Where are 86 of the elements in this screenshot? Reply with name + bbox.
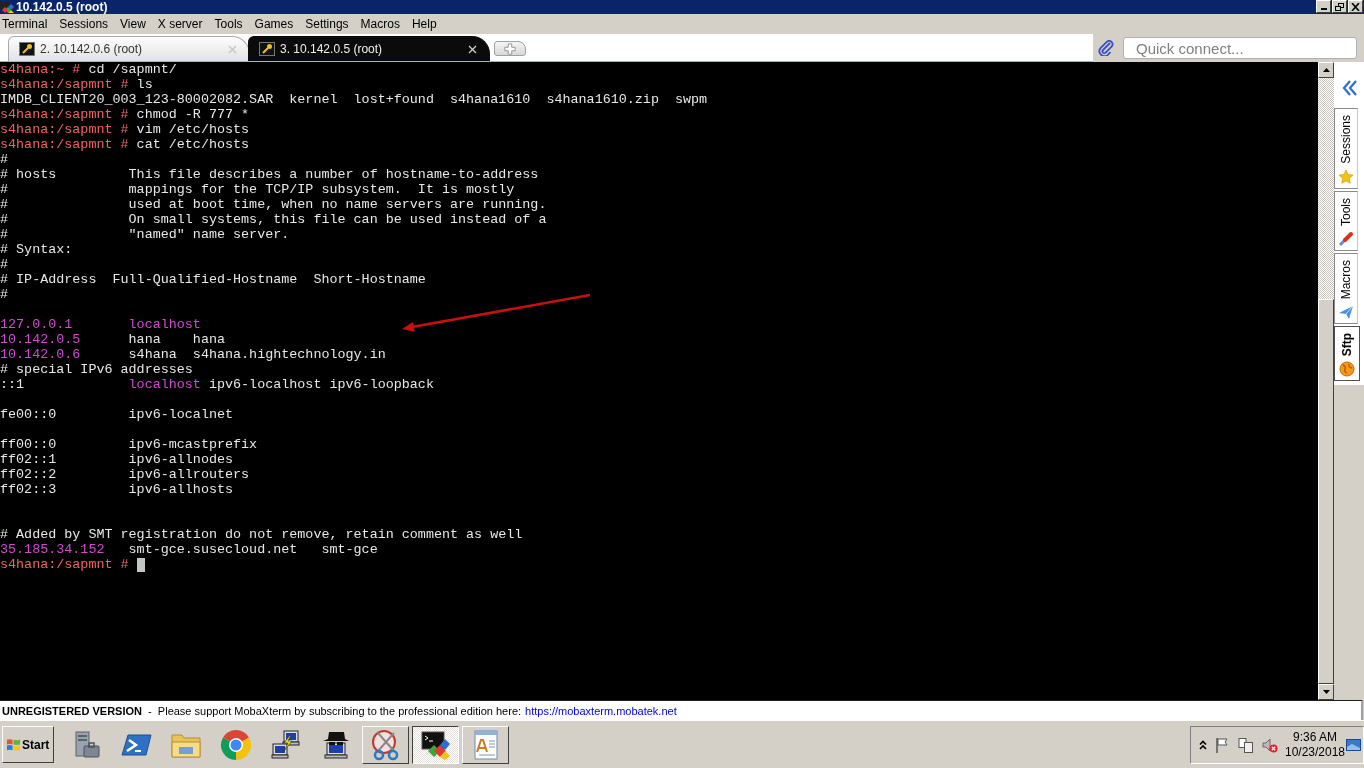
scroll-thumb[interactable] bbox=[1318, 299, 1334, 684]
start-logo-icon bbox=[6, 737, 21, 752]
window-title: 10.142.0.5 (root) bbox=[16, 0, 108, 14]
restore-button[interactable] bbox=[1332, 0, 1347, 13]
terminal-line: s4hana:/sapmnt # ls bbox=[0, 77, 153, 92]
clock-time[interactable]: 9:36 AM bbox=[1293, 729, 1337, 745]
down-triangle-icon bbox=[1322, 690, 1330, 694]
linked-computers-icon bbox=[269, 728, 302, 761]
network-icon[interactable] bbox=[1238, 736, 1254, 753]
scroll-up-button[interactable] bbox=[1318, 62, 1334, 78]
app-icon bbox=[0, 0, 14, 14]
menu-item[interactable]: Settings bbox=[299, 15, 355, 33]
terminal-line: # hosts This file describes a number of hostname-to-address bbox=[0, 167, 539, 182]
terminal-line: ::1 localhost ipv6-localhost ipv6-loopback bbox=[0, 377, 434, 392]
terminal-line: ff02::1 ipv6-allnodes bbox=[0, 452, 234, 467]
terminal-line: s4hana:/sapmnt # bbox=[0, 557, 129, 572]
menu-item[interactable]: Terminal bbox=[2, 15, 54, 33]
plus-icon bbox=[504, 42, 516, 55]
close-icon bbox=[1351, 2, 1360, 11]
menu-item[interactable]: Games bbox=[248, 15, 300, 33]
side-tab[interactable]: Sftp bbox=[1334, 326, 1360, 382]
menu-item[interactable]: Sessions bbox=[53, 15, 115, 33]
globe-icon bbox=[1339, 361, 1355, 378]
chevron-up-icon[interactable] bbox=[1199, 739, 1207, 750]
terminal-line: # special IPv6 addresses bbox=[0, 362, 193, 377]
side-tab[interactable]: Macros bbox=[1334, 252, 1358, 325]
restore-icon bbox=[1335, 2, 1344, 11]
terminal-line: s4hana:/sapmnt # vim /etc/hosts bbox=[0, 122, 250, 137]
side-tab[interactable]: Sessions bbox=[1334, 108, 1358, 189]
star-icon bbox=[1338, 168, 1354, 185]
paperclip-icon[interactable] bbox=[1098, 40, 1114, 56]
terminal-line: # Syntax: bbox=[0, 242, 73, 257]
terminal-line: # bbox=[0, 257, 9, 272]
close-button[interactable] bbox=[1348, 0, 1363, 13]
menu-item[interactable]: Help bbox=[405, 15, 443, 33]
scroll-down-button[interactable] bbox=[1318, 684, 1334, 700]
terminal-line: ff02::3 ipv6-allhosts bbox=[0, 482, 234, 497]
terminal-line: fe00::0 ipv6-localnet bbox=[0, 407, 234, 422]
terminal-line: # Added by SMT registration do not remove, retain comment as well bbox=[0, 527, 523, 542]
quick-connect-field[interactable]: Quick connect... bbox=[1123, 37, 1357, 59]
clock-date[interactable]: 10/23/2018 bbox=[1284, 744, 1346, 760]
terminal-line: # IP-Address Full-Qualified-Hostname Short-Hostname bbox=[0, 272, 426, 287]
terminal-blocks-icon bbox=[419, 728, 452, 761]
terminal-line: # bbox=[0, 152, 9, 167]
taskbar-button[interactable] bbox=[412, 725, 459, 764]
terminal-line: # On small systems, this file can be used instead of a bbox=[0, 212, 547, 227]
terminal-line: s4hana:~ # cd /sapmnt/ bbox=[0, 62, 177, 77]
paper-plane-icon bbox=[1338, 304, 1354, 321]
menu-item[interactable]: Macros bbox=[354, 15, 406, 33]
terminal-line: # "named" name server. bbox=[0, 227, 290, 242]
terminal-line: IMDB_CLIENT20_003_123-80002082.SAR kernel lost+found s4hana1610 s4hana1610.zip swpm bbox=[0, 92, 708, 107]
terminal-line: ff02::2 ipv6-allrouters bbox=[0, 467, 250, 482]
close-icon[interactable] bbox=[468, 44, 477, 54]
session-tab[interactable]: 2. 10.142.0.6 (root) bbox=[8, 36, 250, 61]
terminal-line: 127.0.0.1 localhost bbox=[0, 317, 201, 332]
menu-item[interactable]: X server bbox=[151, 15, 209, 33]
session-tab[interactable]: 3. 10.142.0.5 (root) bbox=[248, 36, 490, 61]
key-icon bbox=[19, 42, 35, 56]
terminal-line: 10.142.0.5 hana hana bbox=[0, 332, 225, 347]
status-link[interactable]: https://mobaxterm.mobatek.net bbox=[525, 704, 677, 717]
terminal-line: # used at boot time, when no name servers are running. bbox=[0, 197, 547, 212]
terminal-line: # bbox=[0, 287, 9, 302]
terminal-line: 35.185.34.152 smt-gce.susecloud.net smt-gce bbox=[0, 542, 378, 557]
side-tab[interactable]: Tools bbox=[1334, 190, 1358, 251]
speaker-muted-icon[interactable] bbox=[1262, 736, 1278, 753]
flag-icon[interactable] bbox=[1214, 736, 1230, 753]
terminal-line: s4hana:/sapmnt # cat /etc/hosts bbox=[0, 137, 250, 152]
scrollbar[interactable] bbox=[1318, 62, 1334, 700]
tools-icon bbox=[1338, 230, 1354, 247]
menu-item[interactable]: View bbox=[114, 15, 152, 33]
start-button[interactable]: Start bbox=[2, 726, 54, 763]
cursor-icon bbox=[136, 557, 145, 572]
minimize-icon bbox=[1320, 8, 1327, 10]
menu-item[interactable]: Tools bbox=[208, 15, 249, 33]
new-tab-button[interactable] bbox=[494, 41, 526, 56]
terminal-line: 10.142.0.6 s4hana s4hana.hightechnology.in bbox=[0, 347, 386, 362]
terminal-line: ff00::0 ipv6-mcastprefix bbox=[0, 437, 258, 452]
show-desktop-icon[interactable] bbox=[1346, 738, 1361, 751]
status-message: UNREGISTERED VERSION - Please support MobaXterm by subscribing to the professional edition here: bbox=[2, 704, 522, 717]
double-chevron-icon[interactable] bbox=[1342, 80, 1358, 96]
key-icon bbox=[259, 42, 275, 56]
minimize-button[interactable] bbox=[1316, 0, 1331, 13]
terminal-line: # mappings for the TCP/IP subsystem. It is mostly bbox=[0, 182, 515, 197]
browser-icon bbox=[219, 728, 252, 761]
up-triangle-icon bbox=[1322, 68, 1330, 72]
terminal-line: s4hana:/sapmnt # chmod -R 777 * bbox=[0, 107, 250, 122]
